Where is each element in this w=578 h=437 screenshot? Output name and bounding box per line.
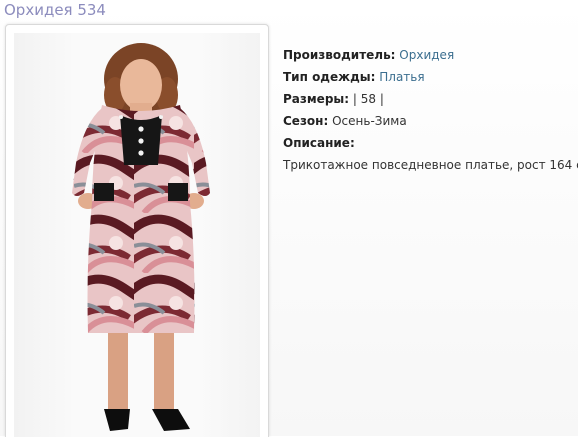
dress-model-image (72, 43, 210, 431)
product-photo[interactable] (14, 33, 260, 437)
season-label: Сезон: (283, 114, 329, 128)
clothing-type-label: Тип одежды: (283, 70, 376, 84)
sizes-label: Размеры: (283, 92, 350, 106)
clothing-type-row: Тип одежды: Платья (283, 66, 578, 88)
page-title: Орхидея 534 (4, 1, 106, 19)
clothing-type-link[interactable]: Платья (379, 70, 424, 84)
manufacturer-label: Производитель: (283, 48, 396, 62)
description-text: Трикотажное повседневное платье, рост 16… (283, 158, 578, 172)
product-info: Производитель: Орхидея Тип одежды: Плать… (283, 44, 578, 176)
manufacturer-link[interactable]: Орхидея (399, 48, 454, 62)
description-label: Описание: (283, 136, 355, 150)
sizes-value: | 58 | (352, 92, 384, 106)
manufacturer-row: Производитель: Орхидея (283, 44, 578, 66)
season-value: Осень-Зима (332, 114, 407, 128)
description-label-row: Описание: (283, 132, 578, 154)
product-image-frame (5, 24, 269, 437)
sizes-row: Размеры: | 58 | (283, 88, 578, 110)
season-row: Сезон: Осень-Зима (283, 110, 578, 132)
